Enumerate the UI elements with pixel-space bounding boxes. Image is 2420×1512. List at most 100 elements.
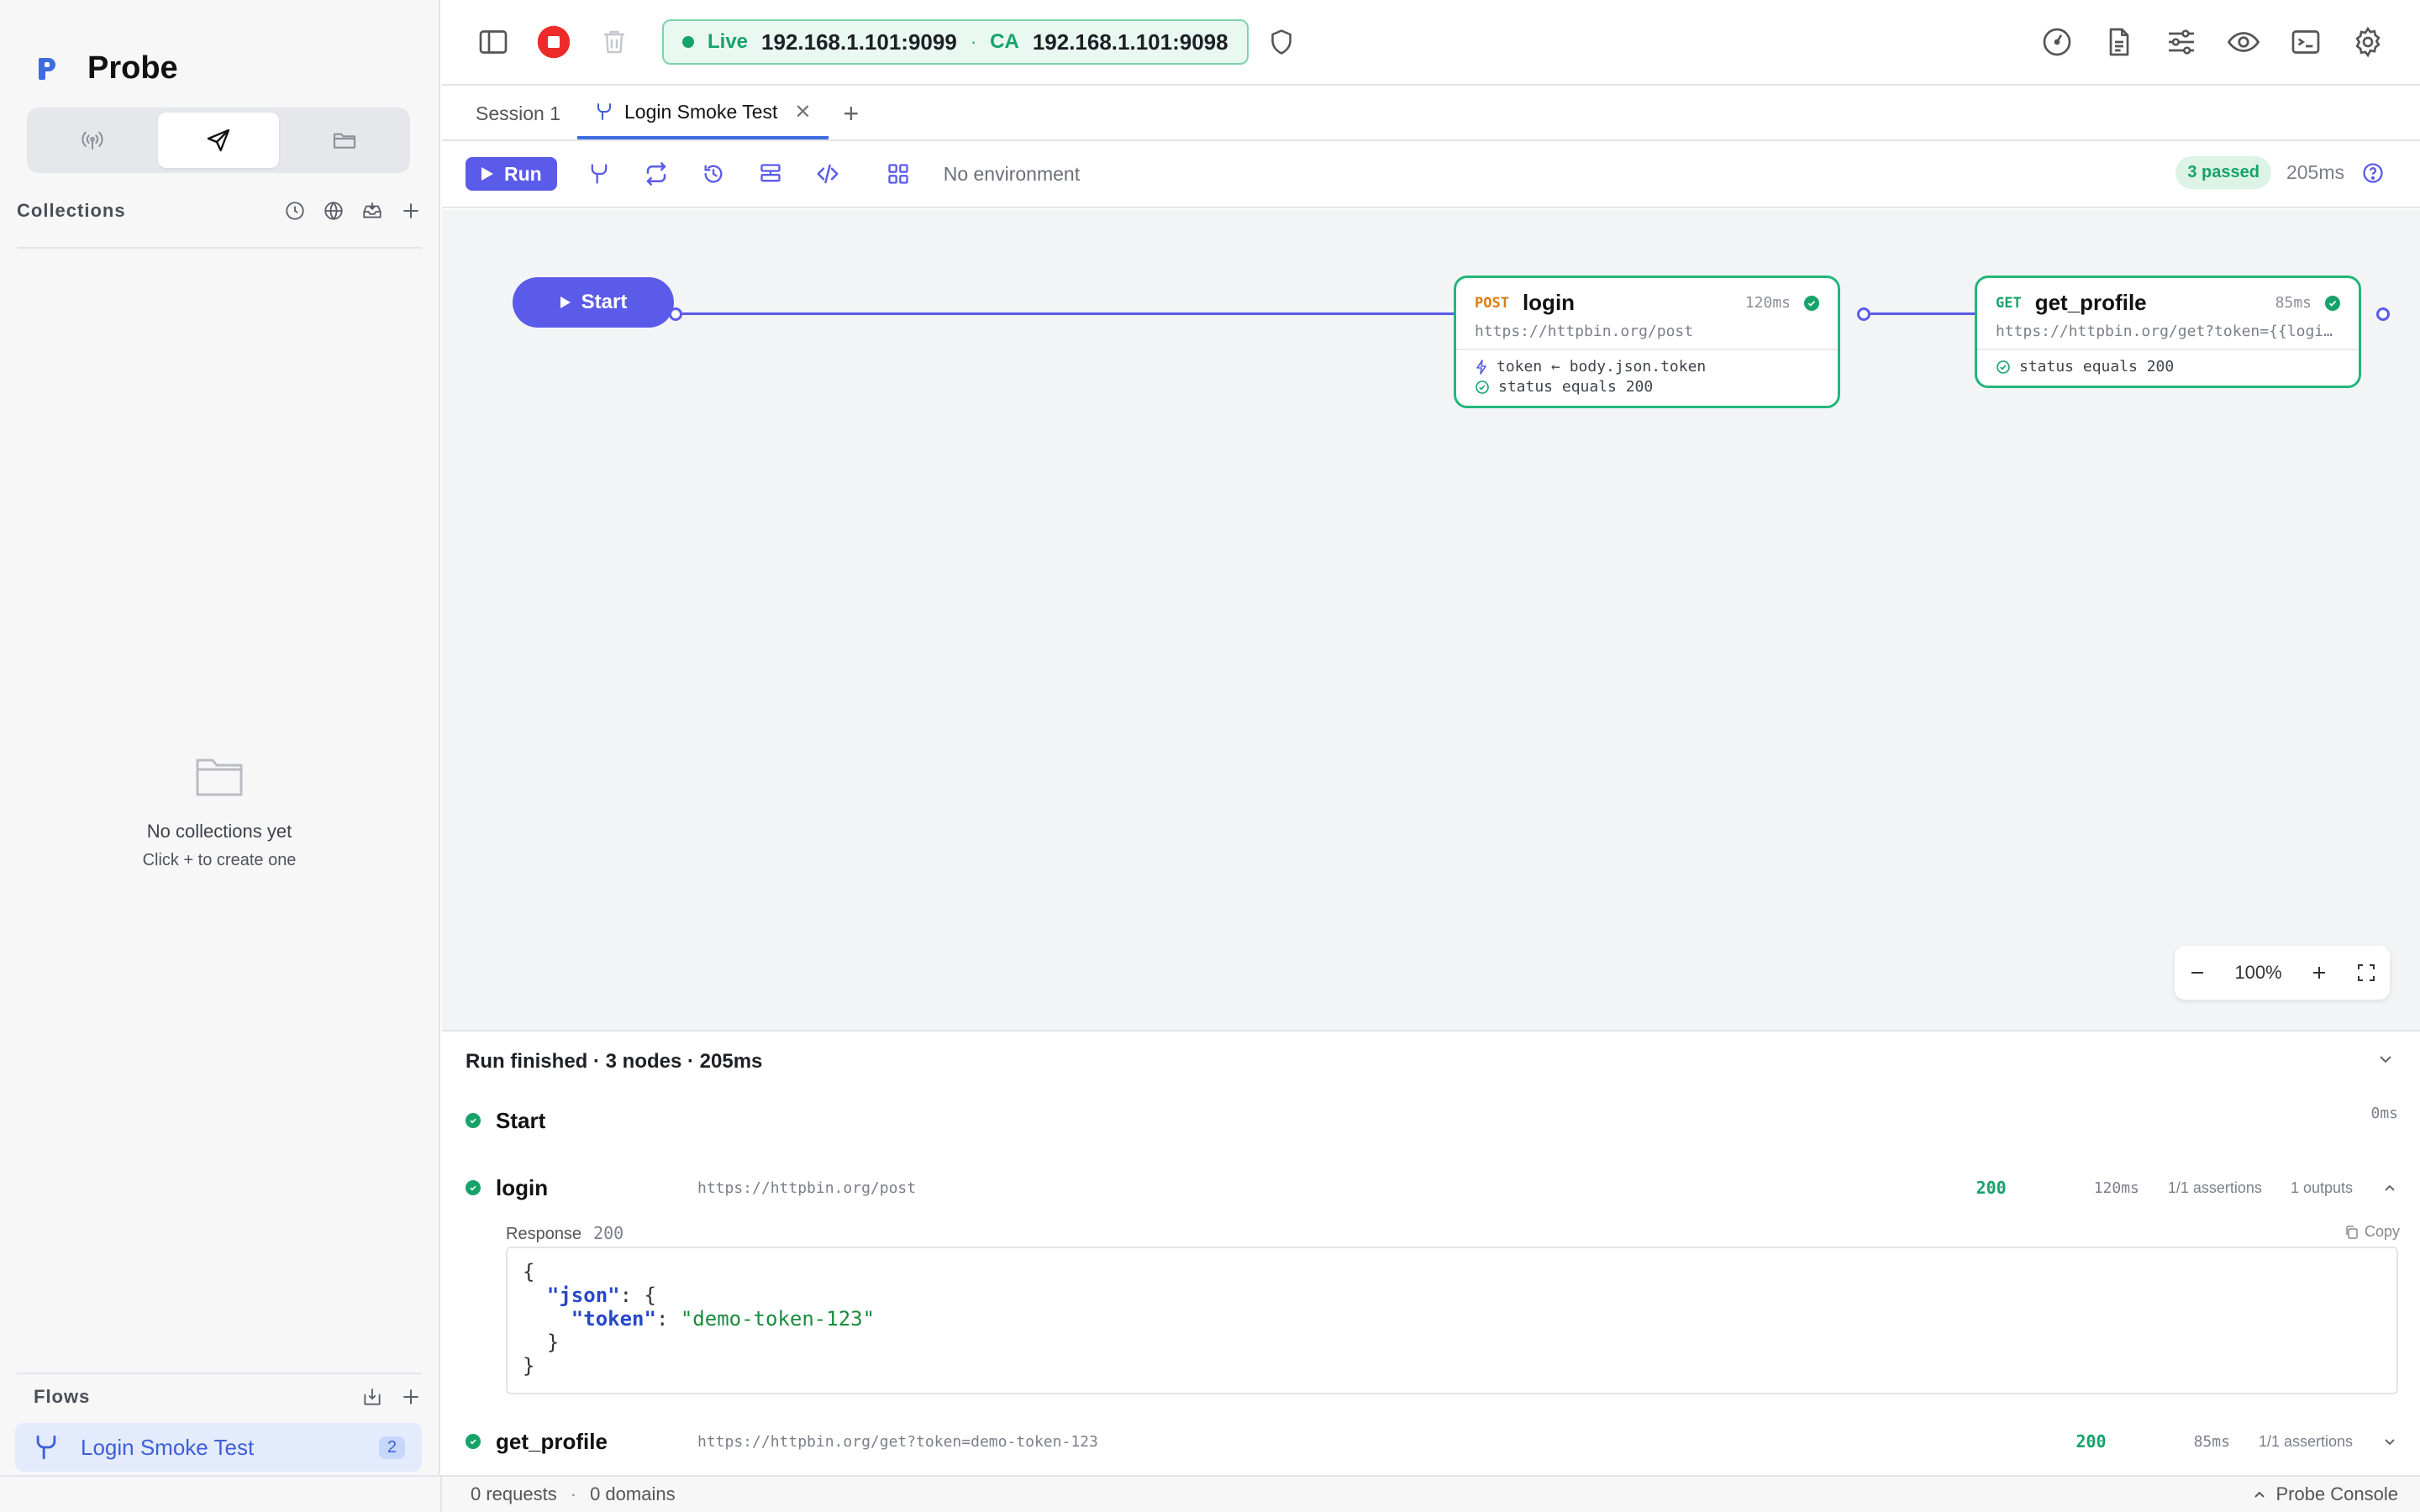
result-assertions: 1/1 assertions <box>2167 1179 2262 1196</box>
copy-icon <box>2346 1225 2358 1239</box>
response-label: Response 200 <box>506 1223 624 1243</box>
certificate-button[interactable] <box>1264 24 1299 60</box>
tab-label: Login Smoke Test <box>624 100 778 123</box>
environment-selector[interactable]: No environment <box>944 163 1080 186</box>
terminal-button[interactable] <box>2287 24 2324 60</box>
broadcast-icon <box>82 131 103 150</box>
add-loop-node-button[interactable] <box>641 159 671 189</box>
run-label: Run <box>504 162 542 185</box>
result-status: 200 <box>2075 1431 2107 1452</box>
request-node-login[interactable]: POST login 120ms https://httpbin.org/pos… <box>1454 276 1840 408</box>
help-icon <box>2363 162 2383 183</box>
response-code: 200 <box>593 1223 624 1243</box>
check-icon <box>2325 295 2340 311</box>
result-time: 0ms <box>2370 1104 2398 1122</box>
add-condition-node-button[interactable] <box>755 159 786 189</box>
proxy-address: 192.168.1.101:9099 <box>761 29 957 55</box>
flow-canvas[interactable]: Start POST login 120ms https://httpbin.o… <box>442 210 2420 1032</box>
flows-header: Flows <box>0 1386 439 1408</box>
add-flow-icon[interactable] <box>400 1386 422 1408</box>
node-name: get_profile <box>2034 290 2147 315</box>
add-script-node-button[interactable] <box>813 159 843 189</box>
toggle-sidebar-button[interactable] <box>476 24 511 60</box>
stop-capture-button[interactable] <box>536 24 571 60</box>
ca-address: 192.168.1.101:9098 <box>1032 29 1228 55</box>
separator: · <box>570 1483 577 1504</box>
import-icon[interactable] <box>361 200 383 222</box>
help-button[interactable] <box>2360 160 2386 186</box>
chevron-up-icon[interactable] <box>2381 1179 2398 1196</box>
repeat-icon <box>646 162 666 186</box>
start-node[interactable]: Start <box>513 277 674 328</box>
run-button[interactable]: Run <box>466 157 557 191</box>
edge-start-login[interactable] <box>682 312 1476 315</box>
result-assertions: 1/1 assertions <box>2258 1432 2353 1450</box>
mode-files-button[interactable] <box>284 113 405 168</box>
flow-item-count: 2 <box>378 1436 405 1459</box>
close-tab-icon[interactable]: ✕ <box>794 100 811 124</box>
result-name: Start <box>496 1107 546 1133</box>
app-name: Probe <box>87 50 178 86</box>
chevron-up-icon <box>2254 1491 2265 1498</box>
result-url: https://httpbin.org/post <box>697 1179 917 1197</box>
globe-icon[interactable] <box>323 200 345 222</box>
trash-icon <box>604 30 624 54</box>
import-flow-icon[interactable] <box>361 1386 383 1408</box>
mode-switch <box>27 108 410 173</box>
fit-view-button[interactable] <box>2356 963 2376 983</box>
result-row-login[interactable]: login https://httpbin.org/post 200 120ms… <box>466 1168 2398 1208</box>
watch-button[interactable] <box>2225 24 2262 60</box>
run-results-panel: Run finished · 3 nodes · 205ms Start 0ms… <box>442 1033 2420 1475</box>
zoom-controls: 100% <box>2175 946 2390 1000</box>
node-extract: token ← body.json.token <box>1475 357 1819 377</box>
get-profile-output-port[interactable] <box>2376 307 2390 321</box>
dashboard-button[interactable] <box>2039 24 2075 60</box>
request-node-get-profile[interactable]: GET get_profile 85ms https://httpbin.org… <box>1975 276 2361 388</box>
status-bar: 0 requests · 0 domains Probe Console <box>442 1475 2420 1512</box>
tab-session-1[interactable]: Session 1 <box>459 87 577 139</box>
flow-item-label: Login Smoke Test <box>81 1434 255 1460</box>
add-collection-icon[interactable] <box>400 200 422 222</box>
terminal-icon <box>2291 30 2320 54</box>
copy-response-button[interactable]: Copy <box>2344 1223 2400 1241</box>
run-summary: Run finished · 3 nodes · 205ms <box>466 1050 763 1073</box>
timer-icon <box>704 165 723 183</box>
empty-folder-icon <box>196 759 243 796</box>
flow-item-login-smoke-test[interactable]: Login Smoke Test 2 <box>15 1423 422 1472</box>
success-dot <box>466 1180 481 1195</box>
check-circle-icon <box>1476 381 1489 394</box>
history-icon[interactable] <box>284 200 306 222</box>
document-button[interactable] <box>2101 24 2138 60</box>
start-output-port[interactable] <box>669 307 682 321</box>
auto-layout-button[interactable] <box>883 159 913 189</box>
new-tab-button[interactable]: + <box>829 87 875 139</box>
add-delay-node-button[interactable] <box>698 159 729 189</box>
result-outputs: 1 outputs <box>2290 1179 2353 1196</box>
probe-console-button[interactable]: Probe Console <box>2252 1483 2398 1505</box>
zoom-out-button[interactable] <box>2188 963 2207 982</box>
result-row-start[interactable]: Start 0ms <box>466 1100 2398 1141</box>
login-output-port[interactable] <box>1857 307 1870 321</box>
start-label: Start <box>581 291 628 313</box>
mode-live-capture-button[interactable] <box>32 113 153 168</box>
chevron-down-icon[interactable] <box>2381 1433 2398 1450</box>
play-icon <box>481 167 493 181</box>
tab-login-smoke-test[interactable]: Login Smoke Test ✕ <box>577 87 829 139</box>
flow-icon <box>36 1435 56 1460</box>
add-request-node-button[interactable] <box>584 159 614 189</box>
collapse-results-button[interactable] <box>2376 1050 2395 1073</box>
filters-button[interactable] <box>2163 24 2200 60</box>
result-time: 85ms <box>2193 1432 2230 1451</box>
result-row-get-profile[interactable]: get_profile https://httpbin.org/get?toke… <box>466 1421 2398 1462</box>
settings-button[interactable] <box>2349 24 2386 60</box>
response-body[interactable]: { "json": { "token": "demo-token-123" } … <box>506 1247 2398 1394</box>
clear-button[interactable] <box>597 24 632 60</box>
mode-send-button[interactable] <box>158 113 279 168</box>
live-proxy-status[interactable]: Live 192.168.1.101:9099 · CA 192.168.1.1… <box>662 19 1249 65</box>
flow-icon <box>597 103 612 120</box>
result-name: login <box>496 1174 549 1200</box>
node-name: login <box>1522 290 1576 315</box>
sidebar-footer <box>0 1475 442 1512</box>
zoom-in-button[interactable] <box>2310 963 2328 982</box>
branch-icon <box>591 164 608 184</box>
